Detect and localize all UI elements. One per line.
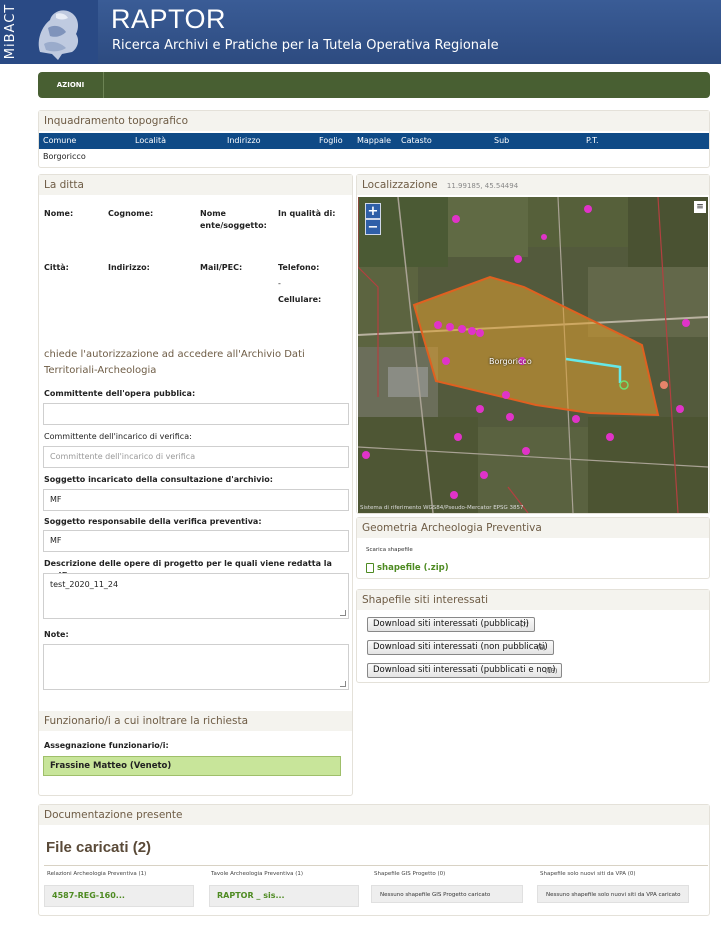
soggetto-responsabile-field[interactable]: MF — [43, 530, 349, 552]
col-localita: Località — [135, 136, 166, 145]
col-comune: Comune — [43, 136, 77, 145]
qualita-label: In qualità di: — [278, 209, 336, 218]
gis-empty-message: Nessuno shapefile GIS Progetto caricato — [371, 885, 523, 903]
request-heading: chiede l'autorizzazione ad accedere all'… — [44, 349, 305, 376]
funzionari-label: Assegnazione funzionario/i: — [44, 741, 169, 750]
documentazione-panel: Documentazione presente File caricati (2… — [38, 804, 710, 916]
file-icon — [366, 563, 374, 573]
funzionari-title: Funzionario/i a cui inoltrare la richies… — [39, 711, 352, 731]
col-tavole-header: Tavole Archeologia Preventiva (1) — [211, 871, 304, 877]
ditta-panel: La ditta Nome: Cognome: Nome ente/sogget… — [38, 174, 353, 796]
col-pt: P.T. — [586, 136, 599, 145]
mibact-brand-text: MiBACT — [3, 3, 19, 60]
scarica-shapefile-label: Scarica shapefile — [366, 547, 413, 553]
soggetto-incaricato-field[interactable]: MF — [43, 489, 349, 511]
download-pubblicati-button[interactable]: Download siti interessati (pubblicati) — [367, 617, 535, 632]
indirizzo-label: Indirizzo: — [108, 263, 150, 272]
map-panel: Localizzazione 11.99185, 45.54494 + − ≡ … — [356, 174, 710, 514]
funzionari-select[interactable]: Frassine Matteo (Veneto) — [43, 756, 341, 776]
topo-table: Comune Località Indirizzo Foglio Mappale… — [39, 133, 709, 165]
count-pubblicati: (7) — [520, 622, 529, 629]
file-relazioni-link[interactable]: 4587-REG-160... — [44, 885, 194, 907]
shapefile-panel-title: Shapefile siti interessati — [357, 590, 709, 610]
committente-opera-field[interactable] — [43, 403, 349, 425]
actions-menu-button[interactable]: AZIONI — [38, 72, 104, 98]
download-non-pubblicati-button[interactable]: Download siti interessati (non pubblicat… — [367, 640, 554, 655]
col-foglio: Foglio — [319, 136, 343, 145]
file-tavole-link[interactable]: RAPTOR _ sis... — [209, 885, 359, 907]
documentazione-panel-title: Documentazione presente — [39, 805, 709, 825]
files-title: File caricati (2) — [46, 839, 152, 856]
cellulare-label: Cellulare: — [278, 295, 322, 304]
note-textarea[interactable] — [43, 644, 349, 690]
logo-emblem-icon — [38, 10, 79, 60]
soggetto-responsabile-label: Soggetto responsabile della verifica pre… — [44, 517, 262, 526]
app-title: RAPTOR — [111, 4, 227, 34]
shapefile-panel: Shapefile siti interessati Download siti… — [356, 589, 710, 683]
map-panel-header: Localizzazione 11.99185, 45.54494 — [357, 175, 709, 195]
cell-comune: Borgoricco — [43, 152, 86, 161]
committente-incarico-field[interactable]: Committente dell'incarico di verifica — [43, 446, 349, 468]
descrizione-text: test_2020_11_24 — [50, 580, 119, 589]
telefono-label: Telefono: — [278, 263, 320, 272]
col-sub: Sub — [494, 136, 510, 145]
note-label: Note: — [44, 630, 69, 639]
topo-panel-title: Inquadramento topografico — [39, 111, 709, 131]
app-subtitle: Ricerca Archivi e Pratiche per la Tutela… — [112, 38, 499, 53]
app-header: MiBACT RAPTOR Ricerca Archivi e Pratiche… — [0, 0, 721, 64]
descrizione-textarea[interactable]: test_2020_11_24 — [43, 573, 349, 619]
committente-opera-label: Committente dell'opera pubblica: — [44, 389, 196, 398]
cognome-label: Cognome: — [108, 209, 154, 218]
col-gis-header: Shapefile GIS Progetto (0) — [374, 871, 446, 877]
count-non-pubblicati: (6) — [537, 645, 546, 652]
mibact-logo[interactable]: MiBACT — [0, 0, 98, 64]
soggetto-incaricato-label: Soggetto incaricato della consultazione … — [44, 475, 273, 484]
map-attribution: Sistema di riferimento WGS84/Pseudo-Merc… — [360, 505, 524, 511]
committente-incarico-label: Committente dell'incarico di verifica: — [44, 432, 192, 441]
ditta-panel-title: La ditta — [39, 175, 352, 195]
vpa-empty-message: Nessuno shapefile solo nuovi siti da VPA… — [537, 885, 689, 903]
map-panel-title: Localizzazione — [362, 179, 438, 191]
shapefile-zip-link[interactable]: shapefile (.zip) — [377, 563, 449, 573]
col-relazioni-header: Relazioni Archeologia Preventiva (1) — [47, 871, 147, 877]
divider — [44, 865, 708, 866]
zoom-out-button[interactable]: − — [365, 219, 381, 235]
action-bar: AZIONI — [38, 72, 710, 98]
geometria-panel: Geometria Archeologia Preventiva Scarica… — [356, 517, 710, 579]
mail-label: Mail/PEC: — [200, 263, 243, 272]
satellite-map-image — [358, 197, 708, 513]
geometria-panel-title: Geometria Archeologia Preventiva — [357, 518, 709, 538]
resize-handle-icon[interactable] — [340, 681, 346, 687]
citta-label: Città: — [44, 263, 69, 272]
col-vpa-header: Shapefile solo nuovi siti da VPA (0) — [540, 871, 636, 877]
map-coords: 11.99185, 45.54494 — [446, 182, 519, 190]
map-place-label: Borgoricco — [489, 357, 532, 366]
telefono-dash: - — [278, 279, 281, 288]
table-row: Borgoricco — [39, 149, 709, 165]
map-view[interactable]: + − ≡ Borgoricco Sistema di riferimento … — [358, 197, 708, 513]
col-mappale: Mappale — [357, 136, 392, 145]
download-tutti-button[interactable]: Download siti interessati (pubblicati e … — [367, 663, 562, 678]
resize-handle-icon[interactable] — [340, 610, 346, 616]
col-indirizzo: Indirizzo — [227, 136, 261, 145]
count-tutti: (13) — [545, 668, 558, 675]
ente-label: Nome ente/soggetto: — [200, 209, 267, 230]
topo-panel: Inquadramento topografico Comune Localit… — [38, 110, 710, 168]
col-catasto: Catasto — [401, 136, 432, 145]
zoom-in-button[interactable]: + — [365, 203, 381, 219]
layers-menu-icon[interactable]: ≡ — [694, 201, 706, 213]
topo-table-header: Comune Località Indirizzo Foglio Mappale… — [39, 133, 709, 149]
nome-label: Nome: — [44, 209, 74, 218]
